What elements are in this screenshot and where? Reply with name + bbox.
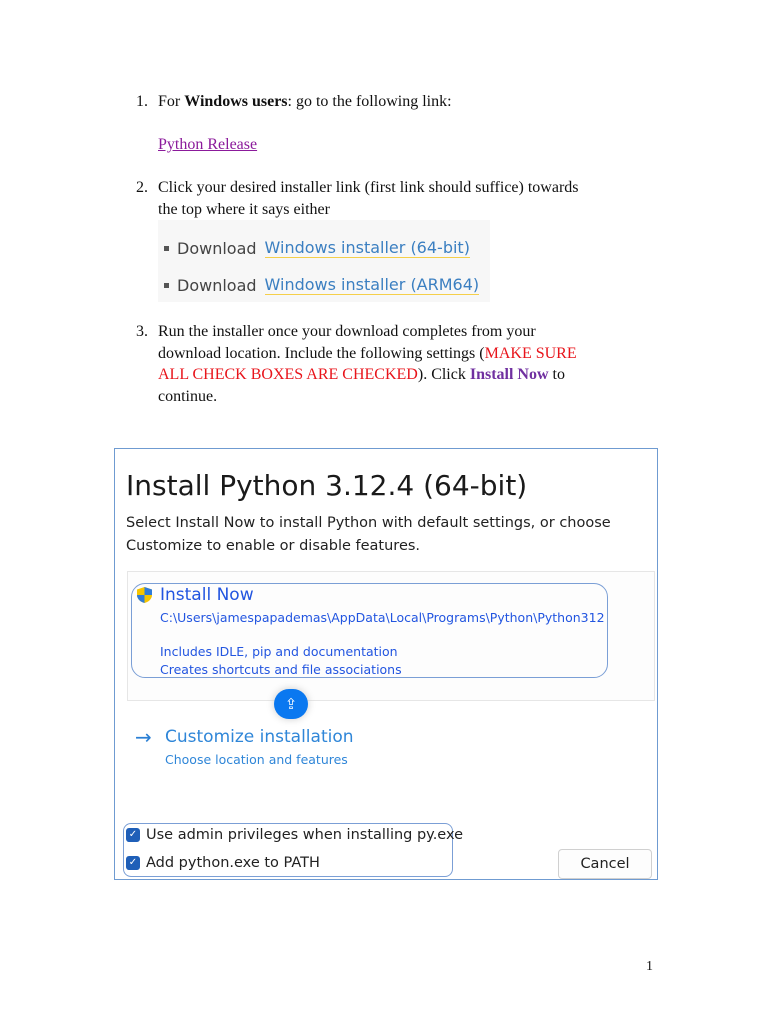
install-now-text: Install Now [469, 366, 549, 383]
step-text: continue. [158, 388, 218, 405]
step-number: 1. [136, 93, 148, 110]
text: Customize to enable or disable features. [126, 538, 421, 554]
checkbox-group: ✓ Use admin privileges when installing py… [123, 823, 463, 877]
install-now-label: Install Now [160, 585, 254, 605]
install-path: C:\Users\jamespapademas\AppData\Local\Pr… [160, 610, 605, 625]
includes-text: Includes IDLE, pip and documentation [160, 644, 398, 659]
python-release-link[interactable]: Python Release [158, 136, 257, 154]
customize-subtitle: Choose location and features [165, 752, 348, 767]
arrow-right-icon: → [135, 725, 152, 749]
install-now-option[interactable]: Install Now C:\Users\jamespapademas\AppD… [131, 583, 608, 678]
checkmark-icon: ✓ [126, 828, 140, 842]
shield-icon [137, 587, 152, 603]
text: Select Install Now to install Python wit… [126, 515, 611, 531]
cancel-button[interactable]: Cancel [558, 849, 652, 879]
text: download location. Include the following… [158, 345, 485, 362]
admin-privileges-checkbox[interactable]: ✓ Use admin privileges when installing py… [126, 827, 463, 843]
install-arrow-icon: ⇪ [274, 689, 308, 719]
page-number: 1 [646, 959, 653, 974]
warning-text: MAKE SURE [484, 345, 577, 362]
installer-screenshot: Install Python 3.12.4 (64-bit) Select In… [114, 448, 658, 880]
text: Download [177, 275, 257, 295]
download-item: Download Windows installer (64-bit) [164, 238, 470, 258]
checkbox-label: Use admin privileges when installing py.… [146, 827, 464, 843]
download-links-image: Download Windows installer (64-bit) Downl… [158, 220, 490, 302]
windows-installer-64-link[interactable]: Windows installer (64-bit) [264, 238, 470, 258]
windows-installer-arm64-link[interactable]: Windows installer (ARM64) [264, 275, 480, 295]
text: ). Click [417, 366, 470, 383]
text: to [548, 366, 565, 383]
checkbox-label: Add python.exe to PATH [146, 855, 320, 871]
step-text: Run the installer once your download com… [158, 323, 536, 340]
bullet-icon [164, 282, 169, 288]
step-text: download location. Include the following… [158, 345, 577, 363]
step-text: Click your desired installer link (first… [158, 179, 579, 196]
text: For [158, 93, 185, 110]
bullet-icon [164, 245, 169, 251]
creates-text: Creates shortcuts and file associations [160, 662, 402, 677]
text: Download [177, 238, 257, 258]
warning-text: ALL CHECK BOXES ARE CHECKED [158, 366, 418, 383]
step-text: the top where it says either [158, 201, 330, 218]
step-text: ALL CHECK BOXES ARE CHECKED). Click Inst… [158, 366, 565, 384]
text: : go to the following link: [287, 93, 452, 110]
download-item: Download Windows installer (ARM64) [164, 275, 480, 295]
customize-installation-link[interactable]: Customize installation [165, 727, 354, 747]
add-to-path-checkbox[interactable]: ✓ Add python.exe to PATH [126, 855, 320, 871]
checkmark-icon: ✓ [126, 856, 140, 870]
installer-title: Install Python 3.12.4 (64-bit) [126, 469, 528, 502]
installer-subtitle: Select Install Now to install Python wit… [126, 512, 611, 558]
step-number: 2. [136, 179, 148, 196]
step-number: 3. [136, 323, 148, 340]
step-text: For Windows users: go to the following l… [158, 93, 452, 111]
bold-text: Windows users [184, 93, 288, 110]
